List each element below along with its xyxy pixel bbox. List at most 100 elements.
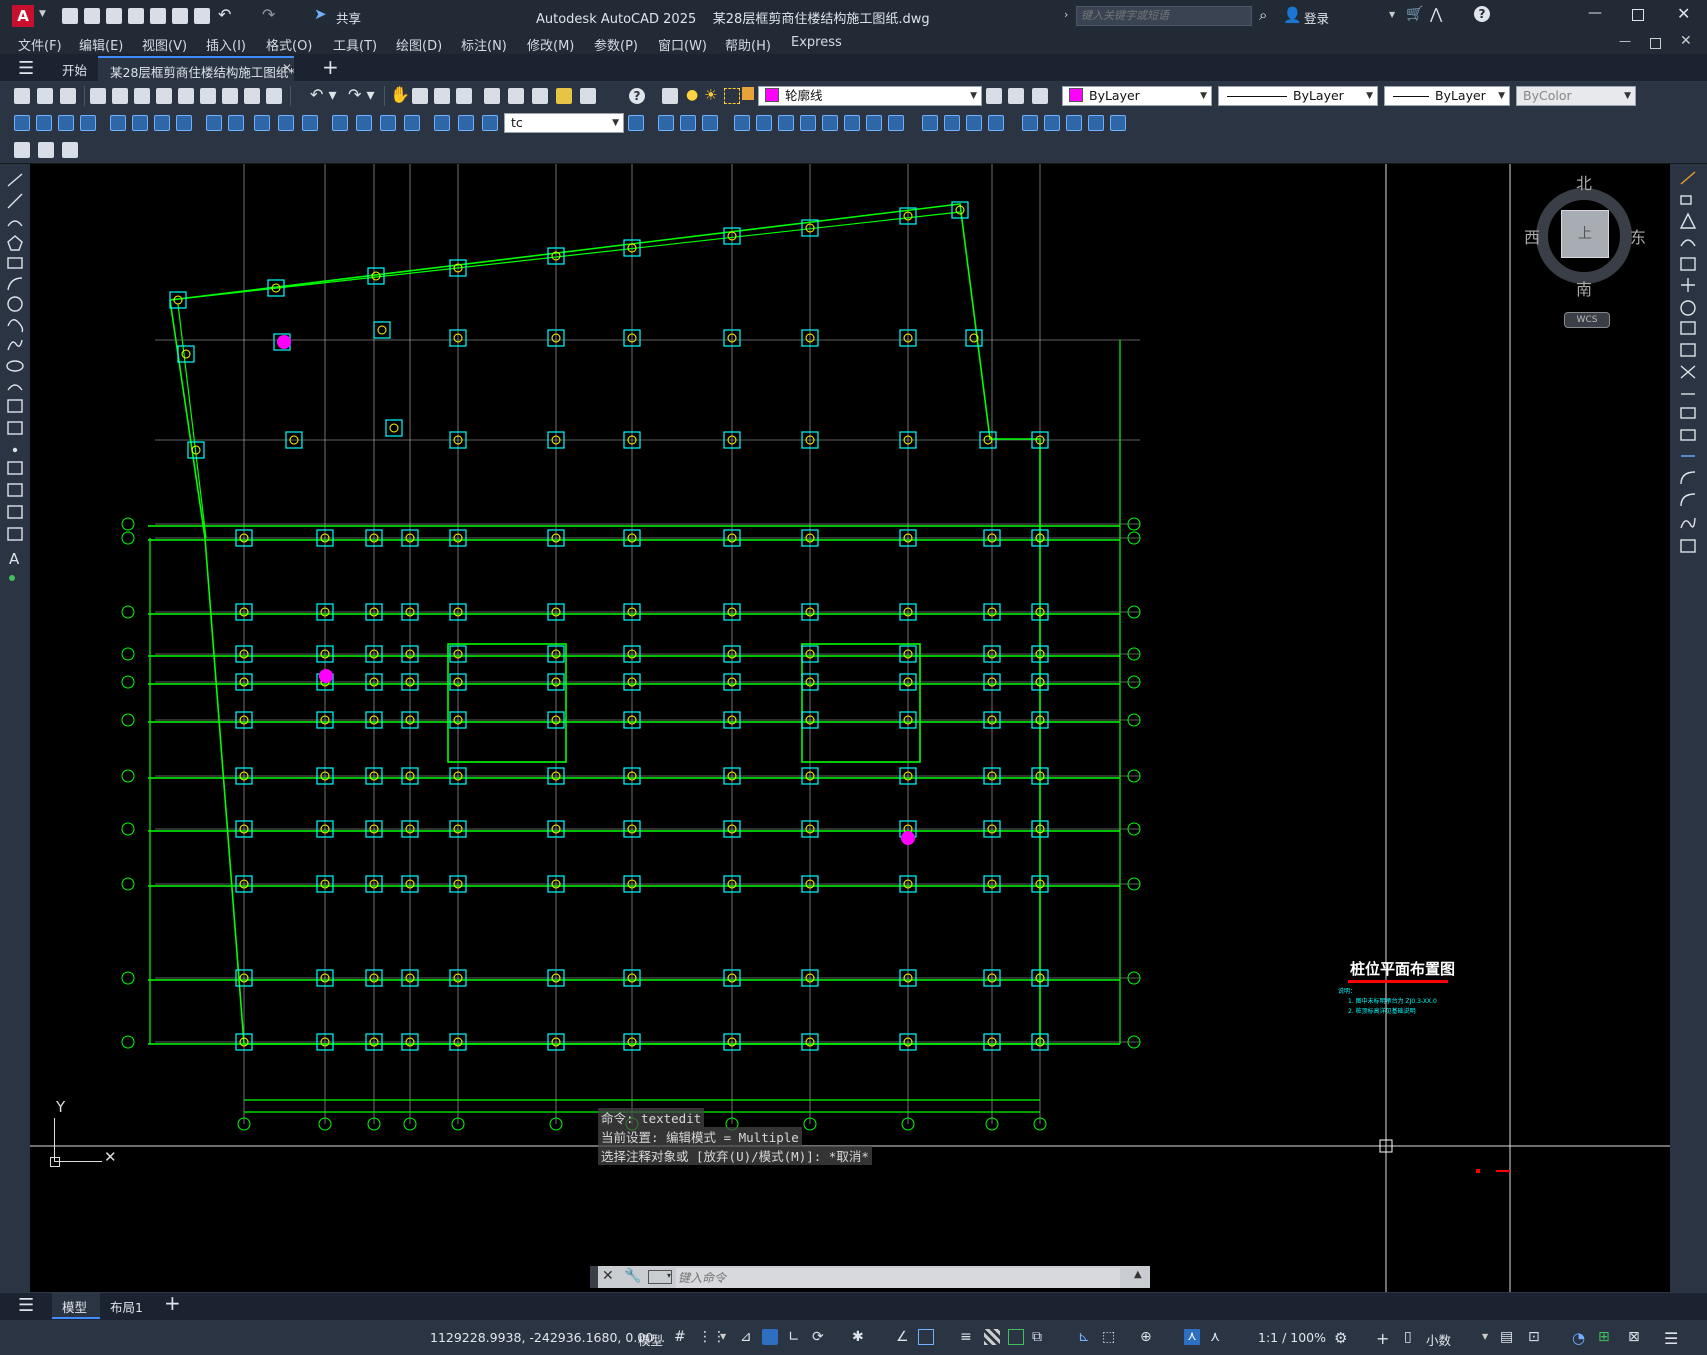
isolate-objects-icon[interactable]: ◔: [1572, 1329, 1588, 1347]
cart-icon[interactable]: 🛒: [1406, 6, 1423, 22]
user-icon[interactable]: 👤: [1283, 6, 1302, 24]
gizmo-icon[interactable]: ⊕: [1140, 1329, 1156, 1345]
infer-constraints-icon[interactable]: ⊿: [740, 1329, 756, 1345]
auto-scale-icon[interactable]: ⋏: [1210, 1329, 1226, 1345]
open-icon[interactable]: [37, 88, 53, 104]
torus-icon[interactable]: [778, 115, 794, 131]
tool-palettes-icon[interactable]: [532, 88, 548, 104]
model-space-toggle[interactable]: 模型: [638, 1330, 663, 1349]
cone-icon[interactable]: [702, 115, 718, 131]
search-expand-icon[interactable]: ›: [1064, 8, 1068, 21]
command-history-expand-icon[interactable]: ▲: [1134, 1269, 1142, 1280]
text-edit-icon[interactable]: [62, 142, 78, 158]
design-center-icon[interactable]: [508, 88, 524, 104]
layer-on-bulb-icon[interactable]: ●: [686, 87, 698, 103]
linear-dimension-icon[interactable]: [14, 115, 30, 131]
layer-unlock-icon[interactable]: [742, 87, 754, 100]
app-menu-chevron-icon[interactable]: ▼: [39, 9, 46, 19]
sheet-set-icon[interactable]: [556, 88, 572, 104]
viewcube[interactable]: 上 北 南 西 东 WCS: [1524, 170, 1650, 328]
tab-start[interactable]: 开始: [62, 60, 87, 79]
match-properties-icon[interactable]: [244, 88, 260, 104]
inspection-icon[interactable]: [380, 115, 396, 131]
viewcube-top-face[interactable]: 上: [1561, 210, 1609, 258]
object-snap-tracking-icon[interactable]: ∠: [896, 1329, 912, 1345]
tolerance-icon[interactable]: [332, 115, 348, 131]
menu-parametric[interactable]: 参数(P): [594, 35, 638, 54]
single-line-text-icon[interactable]: [38, 142, 54, 158]
block-editor-icon[interactable]: [266, 88, 282, 104]
doc-close-icon[interactable]: ✕: [1680, 33, 1692, 49]
ellipse-icon[interactable]: [6, 360, 24, 372]
annotation-monitor-icon[interactable]: +: [1376, 1329, 1392, 1348]
add-selected-icon[interactable]: [9, 575, 15, 581]
rectangle-icon[interactable]: [7, 257, 23, 269]
command-close-icon[interactable]: ✕: [602, 1268, 614, 1284]
center-mark-icon[interactable]: [356, 115, 372, 131]
menu-file[interactable]: 文件(F): [18, 35, 62, 54]
hardware-acceleration-icon[interactable]: ⊞: [1598, 1329, 1614, 1345]
plotstyle-dropdown[interactable]: ByColor ▼: [1516, 86, 1636, 106]
doc-restore-icon[interactable]: [1650, 38, 1661, 49]
fillet-icon[interactable]: [1680, 493, 1696, 507]
array-icon[interactable]: [1680, 257, 1696, 271]
wedge-icon[interactable]: [680, 115, 696, 131]
properties-icon[interactable]: [484, 88, 500, 104]
shell-icon[interactable]: [1110, 115, 1126, 131]
quick-dimension-icon[interactable]: [206, 115, 222, 131]
save-icon[interactable]: [106, 8, 122, 24]
blend-curves-icon[interactable]: [1680, 517, 1696, 529]
layer-viewport-icon[interactable]: [724, 88, 740, 104]
help-icon[interactable]: ?: [1474, 6, 1490, 22]
menu-help[interactable]: 帮助(H): [725, 35, 771, 54]
hatch-icon[interactable]: [7, 461, 23, 475]
linetype-dropdown[interactable]: ByLayer ▼: [1218, 86, 1378, 106]
save-as-icon[interactable]: [128, 8, 144, 24]
table-icon[interactable]: [7, 527, 23, 541]
arc-icon[interactable]: [7, 277, 23, 291]
scale-icon[interactable]: [1680, 321, 1696, 335]
make-block-icon[interactable]: [7, 421, 23, 435]
polygon-icon[interactable]: [7, 235, 23, 251]
multiline-text-icon[interactable]: [14, 142, 30, 158]
qsave-icon[interactable]: [60, 88, 76, 104]
menu-edit[interactable]: 编辑(E): [79, 35, 123, 54]
trim-icon[interactable]: [1680, 365, 1696, 379]
doc-minimize-icon[interactable]: —: [1619, 34, 1631, 48]
slice-icon[interactable]: [988, 115, 1004, 131]
copy-icon[interactable]: [200, 88, 216, 104]
spline-icon[interactable]: [7, 339, 23, 351]
layer-previous-icon[interactable]: [1008, 88, 1024, 104]
undo-icon[interactable]: ↶: [218, 5, 231, 24]
help-toolbar-icon[interactable]: ?: [629, 88, 645, 104]
move-icon[interactable]: [1681, 278, 1695, 292]
paste-icon[interactable]: [222, 88, 238, 104]
menu-modify[interactable]: 修改(M): [527, 35, 574, 54]
polyline-icon[interactable]: [7, 220, 23, 227]
line-tool-icon[interactable]: [7, 173, 23, 187]
redo-icon[interactable]: ↷: [262, 5, 275, 24]
close-window-icon[interactable]: ✕: [1677, 4, 1690, 23]
jogged-dimension-icon[interactable]: [132, 115, 148, 131]
color-dropdown[interactable]: ByLayer ▼: [1062, 86, 1212, 106]
calculator-icon[interactable]: [580, 88, 596, 104]
interfere-icon[interactable]: [1088, 115, 1104, 131]
point-icon[interactable]: [12, 447, 18, 453]
dimension-edit-icon[interactable]: [434, 115, 450, 131]
jogged-linear-icon[interactable]: [404, 115, 420, 131]
section-plane-icon[interactable]: [1044, 115, 1060, 131]
command-input[interactable]: [676, 1268, 1120, 1288]
extrude-icon[interactable]: [822, 115, 838, 131]
box-solid-icon[interactable]: [658, 115, 674, 131]
search-icon[interactable]: ⌕: [1259, 6, 1267, 24]
isometric-drafting-icon[interactable]: ✱: [852, 1329, 868, 1345]
new-file-icon[interactable]: [62, 8, 78, 24]
angular-dimension-icon[interactable]: [176, 115, 192, 131]
menu-express[interactable]: Express: [791, 35, 842, 50]
share-icon[interactable]: ➤: [314, 5, 327, 23]
baseline-dimension-icon[interactable]: [228, 115, 244, 131]
layer-dropdown[interactable]: 轮廓线 ▼: [758, 86, 982, 106]
menu-dimension[interactable]: 标注(N): [461, 35, 507, 54]
viewcube-north[interactable]: 北: [1576, 170, 1592, 194]
autodesk-app-icon[interactable]: ⋀: [1430, 5, 1442, 23]
